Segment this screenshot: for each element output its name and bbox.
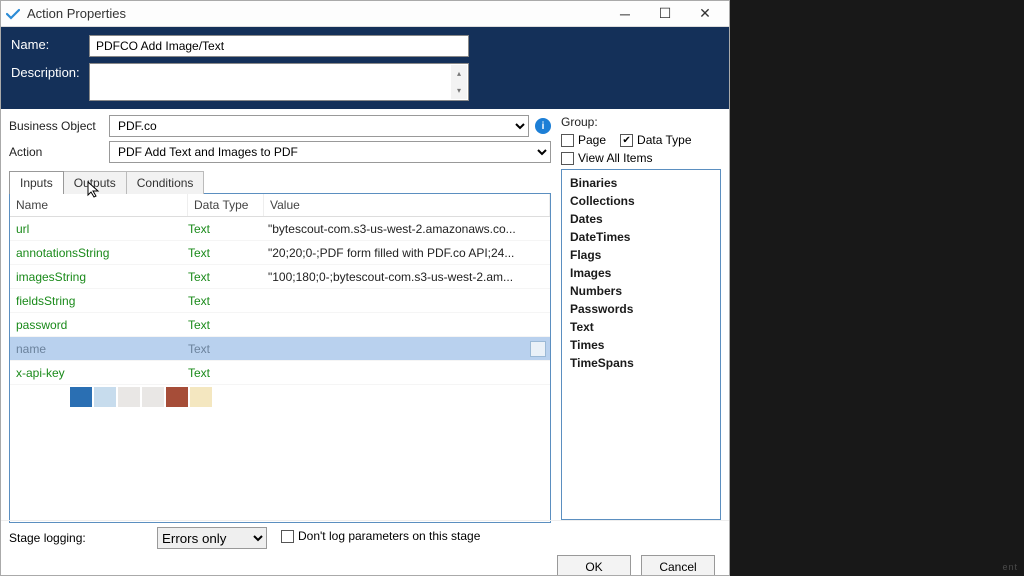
- category-list: BinariesCollectionsDatesDateTimesFlagsIm…: [561, 169, 721, 520]
- cell-value: "20;20;0-;PDF form filled with PDF.co AP…: [264, 246, 550, 260]
- header-value: Value: [264, 194, 550, 216]
- description-field[interactable]: ▴ ▾: [89, 63, 469, 101]
- swatch[interactable]: [118, 387, 140, 407]
- business-object-select[interactable]: PDF.co: [109, 115, 529, 137]
- category-item[interactable]: Text: [568, 318, 714, 336]
- business-object-label: Business Object: [9, 119, 109, 133]
- edit-icon[interactable]: [530, 341, 546, 357]
- stage-logging-select[interactable]: Errors only: [157, 527, 267, 549]
- cell-name: x-api-key: [10, 366, 188, 380]
- cell-type: Text: [188, 222, 264, 236]
- table-row[interactable]: urlText"bytescout-com.s3-us-west-2.amazo…: [10, 217, 550, 241]
- category-item[interactable]: Times: [568, 336, 714, 354]
- table-row[interactable]: x-api-keyText: [10, 361, 550, 385]
- category-item[interactable]: Binaries: [568, 174, 714, 192]
- cell-name: password: [10, 318, 188, 332]
- category-item[interactable]: Images: [568, 264, 714, 282]
- checkbox-datatype[interactable]: ✔Data Type: [620, 133, 691, 147]
- maximize-button[interactable]: ☐: [645, 2, 685, 26]
- table-row[interactable]: passwordText: [10, 313, 550, 337]
- swatch[interactable]: [94, 387, 116, 407]
- action-label: Action: [9, 145, 109, 159]
- inputs-table: Name Data Type Value urlText"bytescout-c…: [9, 193, 551, 523]
- cell-type: Text: [188, 294, 264, 308]
- cell-name: imagesString: [10, 270, 188, 284]
- swatch[interactable]: [70, 387, 92, 407]
- cell-value: "100;180;0-;bytescout-com.s3-us-west-2.a…: [264, 270, 550, 284]
- description-textarea[interactable]: [90, 64, 450, 100]
- header-type: Data Type: [188, 194, 264, 216]
- ok-button[interactable]: OK: [557, 555, 631, 575]
- watermark: ent: [1002, 562, 1018, 572]
- category-item[interactable]: DateTimes: [568, 228, 714, 246]
- close-button[interactable]: ✕: [685, 2, 725, 26]
- checkbox-page[interactable]: Page: [561, 133, 606, 147]
- cell-type: Text: [188, 318, 264, 332]
- cell-name: fieldsString: [10, 294, 188, 308]
- action-properties-dialog: Action Properties ─ ☐ ✕ Name: Descriptio…: [0, 0, 730, 576]
- desc-spin-down-icon[interactable]: ▾: [451, 82, 467, 99]
- desc-spin-up-icon[interactable]: ▴: [451, 65, 467, 82]
- category-item[interactable]: Dates: [568, 210, 714, 228]
- category-item[interactable]: Flags: [568, 246, 714, 264]
- table-row[interactable]: annotationsStringText"20;20;0-;PDF form …: [10, 241, 550, 265]
- tabstrip: Inputs Outputs Conditions: [9, 171, 551, 194]
- cell-type: Text: [188, 270, 264, 284]
- table-row[interactable]: nameText: [10, 337, 550, 361]
- category-item[interactable]: Collections: [568, 192, 714, 210]
- cell-name: annotationsString: [10, 246, 188, 260]
- cell-type: Text: [188, 246, 264, 260]
- info-icon[interactable]: i: [535, 118, 551, 134]
- cancel-button[interactable]: Cancel: [641, 555, 715, 575]
- tab-outputs[interactable]: Outputs: [63, 171, 127, 194]
- checkbox-view-all[interactable]: View All Items: [561, 151, 721, 165]
- name-label: Name:: [11, 35, 89, 52]
- action-select[interactable]: PDF Add Text and Images to PDF: [109, 141, 551, 163]
- tab-inputs[interactable]: Inputs: [9, 171, 64, 194]
- window-title: Action Properties: [27, 6, 605, 21]
- name-input[interactable]: [89, 35, 469, 57]
- table-row[interactable]: imagesStringText"100;180;0-;bytescout-co…: [10, 265, 550, 289]
- group-label: Group:: [561, 115, 721, 129]
- category-item[interactable]: Passwords: [568, 300, 714, 318]
- table-row[interactable]: fieldsStringText: [10, 289, 550, 313]
- tab-conditions[interactable]: Conditions: [126, 171, 205, 194]
- stage-logging-label: Stage logging:: [9, 531, 149, 545]
- cell-type: Text: [188, 366, 264, 380]
- swatch[interactable]: [166, 387, 188, 407]
- app-icon: [5, 6, 21, 22]
- cell-name: url: [10, 222, 188, 236]
- swatch[interactable]: [142, 387, 164, 407]
- minimize-button[interactable]: ─: [605, 2, 645, 26]
- titlebar: Action Properties ─ ☐ ✕: [1, 1, 729, 27]
- swatch[interactable]: [190, 387, 212, 407]
- color-swatches: [10, 385, 550, 409]
- description-label: Description:: [11, 63, 89, 80]
- checkbox-dont-log[interactable]: Don't log parameters on this stage: [281, 529, 480, 543]
- header-panel: Name: Description: ▴ ▾: [1, 27, 729, 109]
- cell-name: name: [10, 342, 188, 356]
- category-item[interactable]: Numbers: [568, 282, 714, 300]
- cell-value: "bytescout-com.s3-us-west-2.amazonaws.co…: [264, 222, 550, 236]
- category-item[interactable]: TimeSpans: [568, 354, 714, 372]
- cell-type: Text: [188, 342, 264, 356]
- header-name: Name: [10, 194, 188, 216]
